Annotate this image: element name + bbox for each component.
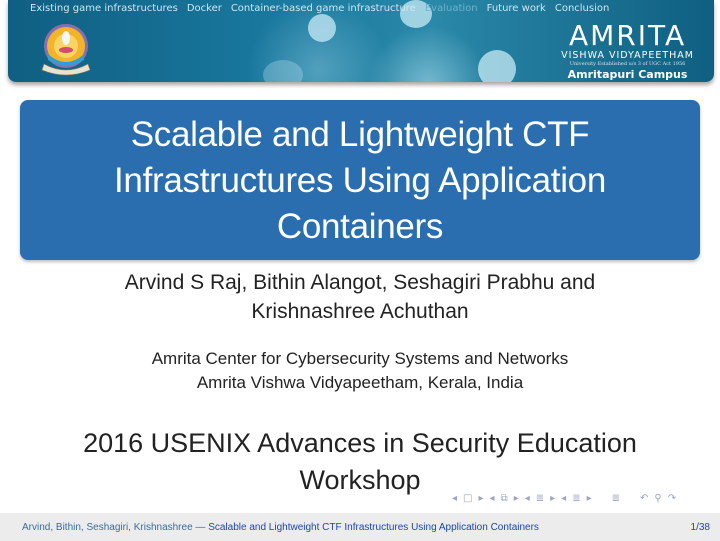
nav-container-based-game-infrastructure[interactable]: Container-based game infrastructure xyxy=(231,3,416,14)
beamer-navigation: ◂ □ ▸ ◂ ⧉ ▸ ◂ ≣ ▸ ◂ ≣ ▸ ≣ ↶ ⚲ ↷ xyxy=(452,493,676,504)
footer-authors: Arvind, Bithin, Seshagiri, Krishnashree … xyxy=(22,522,209,533)
amrita-emblem-icon xyxy=(41,24,91,76)
nav-evaluation[interactable]: Evaluation xyxy=(425,3,478,14)
decor-bubble xyxy=(263,60,303,82)
authors: Arvind S Raj, Bithin Alangot, Seshagiri … xyxy=(0,268,720,326)
forward-icon[interactable]: ↷ xyxy=(668,493,676,504)
part-icon[interactable]: ≣ xyxy=(572,493,580,504)
venue-line: 2016 USENIX Advances in Security Educati… xyxy=(83,428,637,458)
nav-existing-game-infrastructures[interactable]: Existing game infrastructures xyxy=(30,3,178,14)
frame-next-icon[interactable]: ▸ xyxy=(478,493,483,504)
brand-subtitle: VISHWA VIDYAPEETHAM xyxy=(561,50,694,61)
authors-line: Krishnashree Achuthan xyxy=(251,300,469,323)
institute: Amrita Center for Cybersecurity Systems … xyxy=(0,347,720,395)
subsection-prev-icon[interactable]: ◂ xyxy=(490,493,495,504)
section-nav: Existing game infrastructures Docker Con… xyxy=(30,3,609,14)
title-box: Scalable and Lightweight CTF Infrastruct… xyxy=(20,100,700,260)
venue: 2016 USENIX Advances in Security Educati… xyxy=(0,425,720,499)
subsection-icon[interactable]: ⧉ xyxy=(501,493,508,504)
subsection-next-icon[interactable]: ▸ xyxy=(514,493,519,504)
part-prev-icon[interactable]: ◂ xyxy=(561,493,566,504)
frame-icon[interactable]: □ xyxy=(463,493,472,504)
institute-line: Amrita Vishwa Vidyapeetham, Kerala, Indi… xyxy=(196,373,524,392)
title-line: Infrastructures Using Application xyxy=(113,161,606,200)
nav-future-work[interactable]: Future work xyxy=(487,3,546,14)
back-icon[interactable]: ↶ xyxy=(640,493,648,504)
section-icon[interactable]: ≣ xyxy=(536,493,544,504)
brand-tagline: University Established u/s 3 of UGC Act … xyxy=(569,61,686,67)
title-line: Containers xyxy=(276,207,444,246)
frame-prev-icon[interactable]: ◂ xyxy=(452,493,457,504)
footer-title: Scalable and Lightweight CTF Infrastruct… xyxy=(208,522,539,533)
nav-conclusion[interactable]: Conclusion xyxy=(555,3,610,14)
nav-docker[interactable]: Docker xyxy=(187,3,222,14)
brand-name: AMRITA xyxy=(568,19,687,52)
decor-bubble xyxy=(478,50,516,82)
title-line: Scalable and Lightweight CTF xyxy=(130,115,590,154)
part-next-icon[interactable]: ▸ xyxy=(587,493,592,504)
footer: Arvind, Bithin, Seshagiri, Krishnashree … xyxy=(0,513,720,541)
search-icon[interactable]: ⚲ xyxy=(654,493,661,504)
brand-campus: Amritapuri Campus xyxy=(567,68,688,81)
footer-text: Arvind, Bithin, Seshagiri, Krishnashree … xyxy=(22,522,539,533)
institute-line: Amrita Center for Cybersecurity Systems … xyxy=(151,349,569,368)
decor-bubble xyxy=(308,14,336,42)
document-icon[interactable]: ≣ xyxy=(612,493,620,504)
page-number: 1/38 xyxy=(690,522,710,533)
header-banner: Existing game infrastructures Docker Con… xyxy=(8,0,714,82)
slide-title: Scalable and Lightweight CTF Infrastruct… xyxy=(20,100,700,250)
amrita-brand: AMRITA VISHWA VIDYAPEETHAM University Es… xyxy=(561,19,694,82)
section-prev-icon[interactable]: ◂ xyxy=(525,493,530,504)
section-next-icon[interactable]: ▸ xyxy=(550,493,555,504)
authors-line: Arvind S Raj, Bithin Alangot, Seshagiri … xyxy=(124,271,596,294)
